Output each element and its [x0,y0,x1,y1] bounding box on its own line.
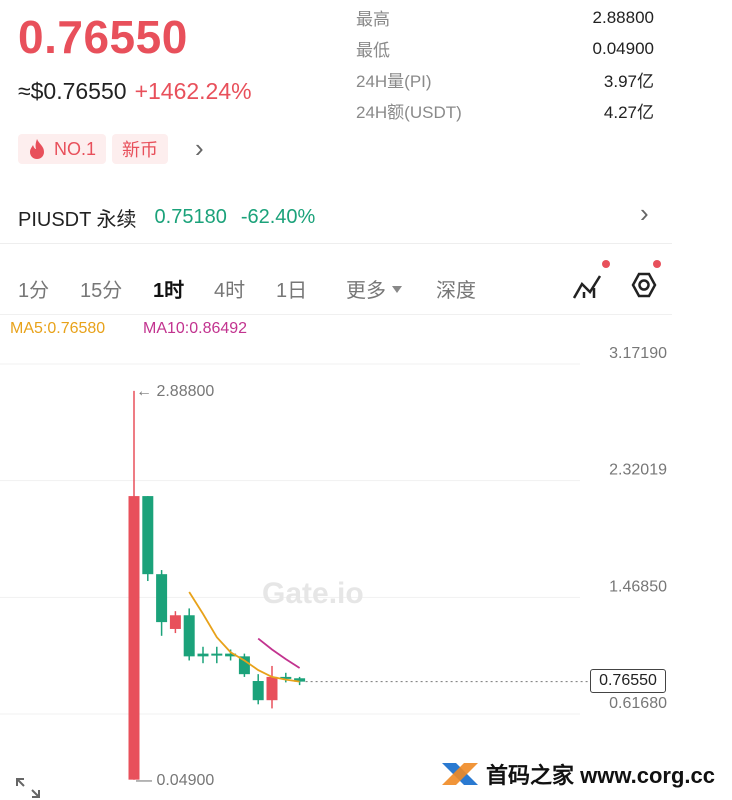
chevron-right-icon[interactable]: › [195,133,204,164]
new-coin-badge-label: 新币 [122,140,158,160]
current-price-tag: 0.76550 [590,669,666,693]
stat-label: 24H额(USDT) [356,103,462,122]
tab-1d[interactable]: 1日 [276,274,307,303]
stats-panel: 最高 2.88800 最低 0.04900 24H量(PI) 3.97亿 24H额(U… [356,2,654,126]
candle-body [128,496,140,780]
usd-price: ≈$0.76550 [18,78,127,104]
tab-more[interactable]: 更多 [346,274,403,303]
price-line: ≈$0.76550 +1462.24% [18,78,252,105]
chevron-right-icon[interactable]: › [640,198,649,229]
tab-1m[interactable]: 1分 [18,274,49,303]
tab-1h[interactable]: 1时 [153,274,184,303]
stat-value: 3.97亿 [603,72,654,91]
tab-4h[interactable]: 4时 [214,274,245,303]
candle-body [266,676,278,701]
divider [0,243,672,244]
last-price: 0.76550 [18,11,188,63]
y-tick-label: 3.17190 [609,345,667,362]
perpetual-contract-row[interactable]: PIUSDT 永续 0.75180 -62.40% [18,203,315,232]
candle-body [211,653,223,656]
divider [0,314,672,315]
expand-icon[interactable] [14,776,42,800]
stat-value: 2.88800 [592,7,654,27]
settings-icon[interactable] [622,258,666,304]
ma5-indicator: MA5:0.76580 [10,320,106,337]
high-annotation: ← 2.88800 [136,383,214,400]
indicator-chart-icon[interactable] [570,258,610,304]
y-tick-label: 0.61680 [609,695,667,712]
stat-volume: 24H量(PI) 3.97亿 [356,64,654,95]
fire-icon [30,139,44,159]
contract-price: 0.75180 [154,206,227,228]
caret-down-icon [392,285,402,293]
rank-badge-label: NO.1 [54,138,97,159]
stat-value: 0.04900 [592,38,654,58]
tab-more-label: 更多 [346,280,386,302]
ma10-indicator: MA10:0.86492 [143,320,248,337]
site-watermark: 首码之家 www.corg.cc [440,756,715,792]
contract-change: -62.40% [240,206,316,228]
candle-body [169,615,181,629]
stat-label: 最低 [356,41,390,60]
gate-watermark: Gate.io [262,577,364,610]
candle-body [156,574,168,623]
stat-value: 4.27亿 [603,103,654,122]
rank-badge[interactable]: NO.1 [18,134,107,164]
ma10-line [257,637,301,669]
candlestick-chart[interactable]: 3.17190 2.32019 1.46850 0.61680 Gate.io ← 2.8… [0,340,732,799]
contract-name: PIUSDT 永续 [18,209,137,231]
y-tick-label: 1.46850 [609,578,667,595]
new-coin-badge[interactable]: 新币 [112,134,168,164]
candle-body [183,615,195,657]
stat-label: 24H量(PI) [356,72,432,91]
stat-high: 最高 2.88800 [356,2,654,33]
candle-body [252,681,264,701]
site-watermark-text: 首码之家 www.corg.cc [486,763,716,788]
candle-body [197,653,209,657]
y-tick-label: 2.32019 [609,462,667,479]
tab-15m[interactable]: 15分 [80,274,122,303]
price-change: +1462.24% [134,78,252,104]
stat-label: 最高 [356,10,390,29]
site-logo-icon [442,763,478,785]
candle-body [142,496,154,575]
low-annotation: — 0.04900 [136,772,214,789]
stat-low: 最低 0.04900 [356,33,654,64]
stat-turnover: 24H额(USDT) 4.27亿 [356,95,654,126]
tab-depth[interactable]: 深度 [436,274,476,303]
